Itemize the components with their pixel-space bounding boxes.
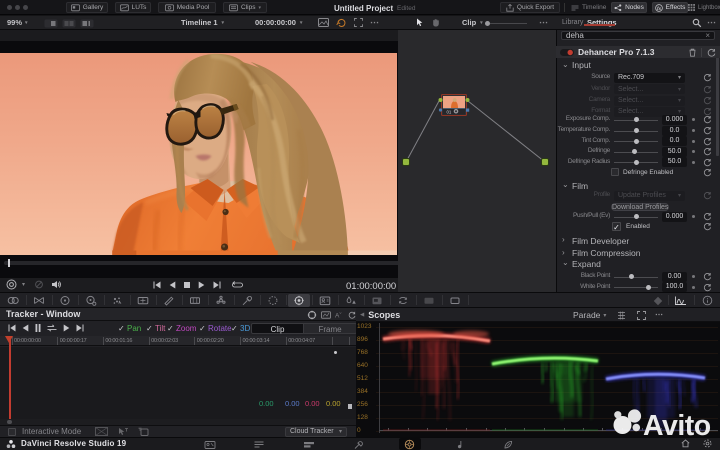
svg-text:Aˇ: Aˇ <box>335 312 342 319</box>
svg-text:fx: fx <box>657 5 661 10</box>
svg-text:01: 01 <box>447 110 452 115</box>
svg-text:Avito: Avito <box>643 410 711 440</box>
